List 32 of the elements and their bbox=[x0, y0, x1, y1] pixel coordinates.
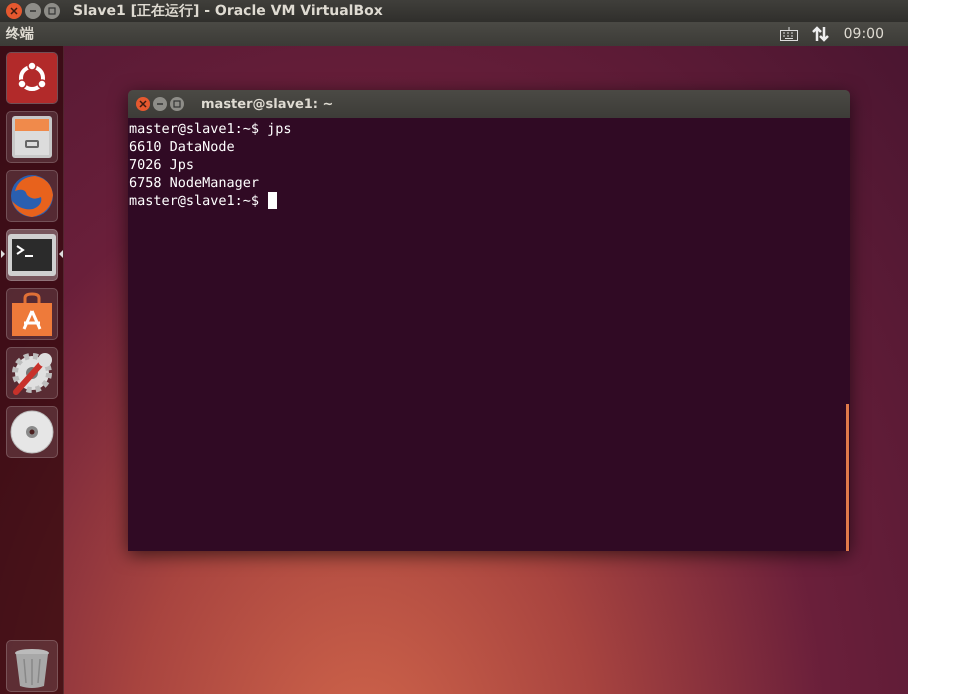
keyboard-icon[interactable] bbox=[780, 27, 798, 41]
window-title: Slave1 [正在运行] - Oracle VM VirtualBox bbox=[73, 2, 383, 20]
launcher-item[interactable] bbox=[6, 111, 58, 163]
terminal-area[interactable]: master@slave1:~$ jps 6610 DataNode 7026 Jps 6758 NodeManager master@slave1:~$ bbox=[128, 118, 850, 551]
close-icon bbox=[10, 7, 18, 15]
launcher-item[interactable] bbox=[6, 288, 58, 340]
launcher-item[interactable] bbox=[6, 347, 58, 399]
active-arrow-icon bbox=[58, 250, 62, 258]
maximize-icon bbox=[48, 7, 56, 15]
ubuntu-logo-icon bbox=[6, 53, 56, 103]
network-arrows-icon[interactable] bbox=[812, 26, 830, 42]
launcher-item[interactable] bbox=[6, 640, 58, 692]
close-button[interactable] bbox=[6, 3, 22, 19]
minimize-button[interactable] bbox=[25, 3, 41, 19]
terminal-line: 6758 NodeManager bbox=[129, 174, 260, 192]
terminal-line: 6610 DataNode bbox=[129, 138, 235, 156]
close-button[interactable] bbox=[136, 97, 150, 111]
launcher-item[interactable] bbox=[6, 406, 58, 458]
minimize-button[interactable] bbox=[153, 97, 167, 111]
close-icon bbox=[139, 100, 147, 108]
terminal-line: master@slave1:~$ jps bbox=[129, 120, 292, 138]
maximize-icon bbox=[173, 100, 181, 108]
terminal-line: master@slave1:~$ bbox=[129, 192, 260, 210]
window-title: master@slave1: ~ bbox=[201, 96, 334, 112]
maximize-button[interactable] bbox=[170, 97, 184, 111]
launcher-item[interactable] bbox=[6, 52, 58, 104]
active-arrow-icon bbox=[0, 250, 4, 258]
clock[interactable]: 09:00 bbox=[844, 26, 884, 42]
maximize-button[interactable] bbox=[44, 3, 60, 19]
terminal-line: 7026 Jps bbox=[129, 156, 194, 174]
scrollbar[interactable] bbox=[846, 404, 849, 551]
app-name: 终端 bbox=[6, 25, 35, 43]
